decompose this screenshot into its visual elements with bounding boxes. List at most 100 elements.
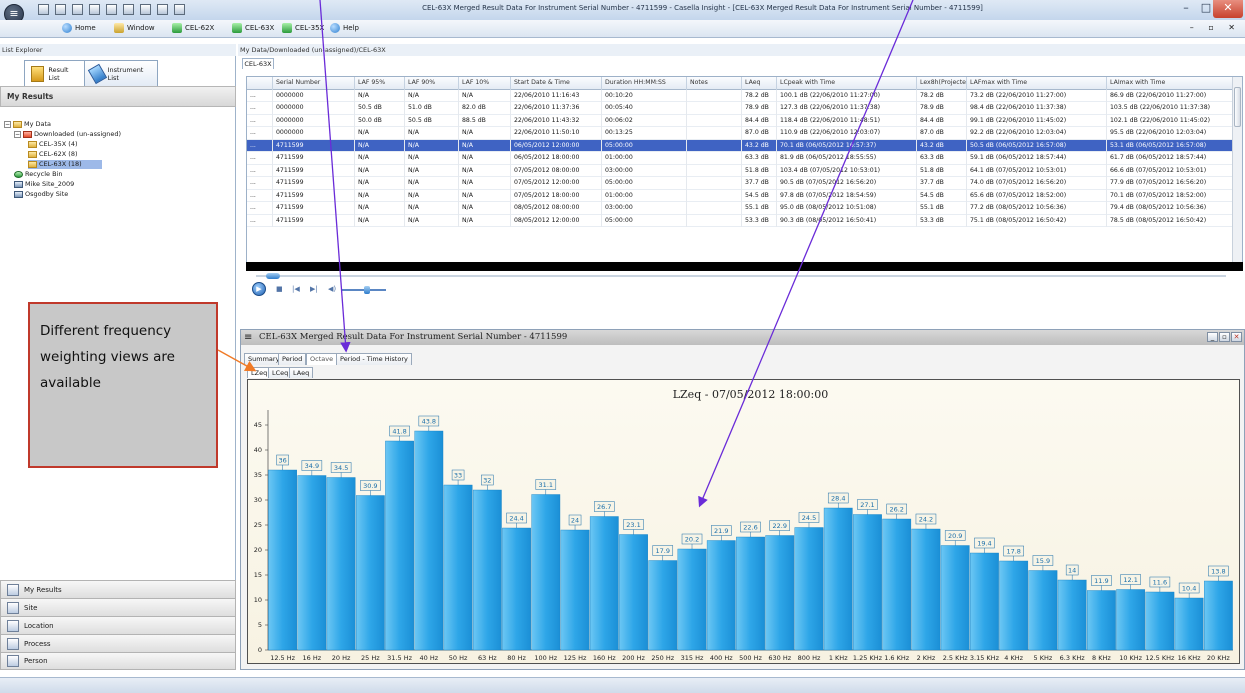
- tree-node-site-mike[interactable]: Mike Site_2009: [14, 180, 74, 189]
- collapse-icon[interactable]: −: [14, 131, 21, 138]
- tree-node-cel62x[interactable]: CEL-62X (8): [28, 150, 78, 159]
- column-header[interactable]: LAF 90%: [405, 77, 459, 90]
- stop-icon[interactable]: ■: [276, 285, 283, 293]
- window-menu-icon[interactable]: ≡: [244, 333, 252, 343]
- bar[interactable]: [911, 528, 941, 651]
- bar[interactable]: [1116, 589, 1146, 651]
- seek-track[interactable]: [256, 275, 1226, 277]
- bar[interactable]: [794, 527, 824, 651]
- minimize-button[interactable]: –: [1175, 0, 1197, 18]
- menu-home[interactable]: Home: [62, 23, 96, 33]
- table-row[interactable]: ... 4711599 N/A N/A N/A 07/05/2012 12:00:00 05…: [247, 177, 1242, 190]
- column-header[interactable]: Lex8h(Projected): [917, 77, 967, 90]
- menu-window[interactable]: Window: [114, 23, 155, 33]
- tree-node-cel35x[interactable]: CEL-35X (4): [28, 140, 78, 149]
- close-button[interactable]: ✕: [1213, 0, 1243, 18]
- column-header[interactable]: LAImax with Time: [1107, 77, 1242, 90]
- restore-icon[interactable]: ▫: [1219, 332, 1230, 342]
- delete-icon[interactable]: [157, 4, 168, 15]
- bar[interactable]: [677, 548, 707, 651]
- bar[interactable]: [560, 529, 590, 651]
- bar[interactable]: [999, 560, 1029, 651]
- column-header[interactable]: LAF 10%: [459, 77, 511, 90]
- tab-cel63x[interactable]: CEL-63X: [242, 58, 274, 69]
- volume-icon[interactable]: ◀): [328, 285, 336, 293]
- nav-process[interactable]: Process: [0, 634, 236, 652]
- bar[interactable]: [882, 518, 912, 651]
- open-icon[interactable]: [55, 4, 66, 15]
- table-row[interactable]: ... 4711599 N/A N/A N/A 06/05/2012 12:00:00 05…: [247, 139, 1242, 152]
- column-header[interactable]: [247, 77, 273, 90]
- new-icon[interactable]: [38, 4, 49, 15]
- table-row[interactable]: ... 0000000 50.5 dB 51.0 dB 82.0 dB 22/06/201…: [247, 102, 1242, 115]
- column-header[interactable]: LCpeak with Time: [777, 77, 917, 90]
- person-icon[interactable]: [123, 4, 134, 15]
- volume-slider[interactable]: [364, 286, 370, 294]
- tree-node-downloaded[interactable]: − Downloaded (un-assigned): [14, 130, 121, 139]
- table-row[interactable]: ... 0000000 N/A N/A N/A 22/06/2010 11:50:10 00…: [247, 127, 1242, 140]
- minimize-icon[interactable]: _: [1207, 332, 1218, 342]
- bar[interactable]: [648, 560, 678, 651]
- collapse-icon[interactable]: −: [4, 121, 11, 128]
- bar[interactable]: [414, 430, 444, 651]
- table-row[interactable]: ... 4711599 N/A N/A N/A 08/05/2012 08:00:00 03…: [247, 202, 1242, 215]
- column-header[interactable]: Start Date & Time: [511, 77, 602, 90]
- tree-node-my-data[interactable]: − My Data: [4, 120, 51, 129]
- next-icon[interactable]: ▶|: [310, 285, 318, 293]
- menu-cel62x[interactable]: CEL-62X: [172, 23, 214, 33]
- menu-cel35x[interactable]: CEL-35X: [282, 23, 324, 33]
- tab-period-time-history[interactable]: Period - Time History: [336, 353, 412, 365]
- nav-site[interactable]: Site: [0, 598, 236, 616]
- document-icon[interactable]: [106, 4, 117, 15]
- bar[interactable]: [823, 507, 853, 651]
- tree-node-recycle-bin[interactable]: Recycle Bin: [14, 170, 62, 179]
- bar[interactable]: [443, 484, 473, 651]
- close-icon[interactable]: ✕: [1231, 332, 1242, 342]
- play-icon[interactable]: ▶: [252, 282, 266, 296]
- bar[interactable]: [1057, 579, 1087, 651]
- menu-help[interactable]: Help: [330, 23, 359, 33]
- bar[interactable]: [619, 534, 648, 651]
- table-row[interactable]: ... 4711599 N/A N/A N/A 06/05/2012 18:00:00 01…: [247, 152, 1242, 165]
- bar[interactable]: [531, 494, 561, 651]
- bar[interactable]: [1028, 570, 1058, 651]
- grid-vertical-scrollbar[interactable]: [1232, 77, 1242, 288]
- table-row[interactable]: ... 4711599 N/A N/A N/A 08/05/2012 12:00:00 05…: [247, 214, 1242, 227]
- column-header[interactable]: Notes: [687, 77, 742, 90]
- bar[interactable]: [736, 536, 765, 651]
- bar[interactable]: [385, 440, 414, 651]
- bar[interactable]: [940, 545, 970, 651]
- table-row[interactable]: ... 0000000 50.0 dB 50.5 dB 88.5 dB 22/06/201…: [247, 114, 1242, 127]
- tab-result-list[interactable]: Result List: [24, 60, 87, 86]
- bar[interactable]: [1145, 591, 1175, 651]
- bar[interactable]: [472, 489, 502, 651]
- tab-octave[interactable]: Octave: [306, 353, 338, 365]
- tab-instrument-list[interactable]: Instrument List: [84, 60, 158, 86]
- tab-laeq[interactable]: LAeq: [289, 367, 314, 378]
- table-row[interactable]: ... 0000000 N/A N/A N/A 22/06/2010 11:16:43 00…: [247, 89, 1242, 102]
- bar[interactable]: [297, 475, 327, 651]
- column-header[interactable]: LAF 95%: [355, 77, 405, 90]
- menu-cel63x[interactable]: CEL-63X: [232, 23, 274, 33]
- column-header[interactable]: Serial Number: [273, 77, 355, 90]
- help-icon[interactable]: [174, 4, 185, 15]
- bar[interactable]: [355, 495, 385, 651]
- column-header[interactable]: LAFmax with Time: [967, 77, 1107, 90]
- scroll-thumb[interactable]: [1234, 87, 1241, 127]
- seek-slider[interactable]: [266, 273, 280, 279]
- tree-node-site-osgodby[interactable]: Osgodby Site: [14, 190, 68, 199]
- bar[interactable]: [970, 552, 999, 651]
- nav-location[interactable]: Location: [0, 616, 236, 634]
- bar[interactable]: [765, 535, 795, 651]
- bar[interactable]: [706, 540, 736, 651]
- bar[interactable]: [853, 514, 882, 651]
- chart-icon[interactable]: [72, 4, 83, 15]
- bar[interactable]: [1174, 597, 1204, 651]
- nav-person[interactable]: Person: [0, 652, 236, 670]
- bar[interactable]: [589, 516, 619, 651]
- report-icon[interactable]: [89, 4, 100, 15]
- table-row[interactable]: ... 4711599 N/A N/A N/A 07/05/2012 08:00:00 03…: [247, 164, 1242, 177]
- mdi-controls[interactable]: – ▫ ✕: [1190, 23, 1241, 32]
- bar[interactable]: [1203, 580, 1233, 651]
- previous-icon[interactable]: |◀: [292, 285, 300, 293]
